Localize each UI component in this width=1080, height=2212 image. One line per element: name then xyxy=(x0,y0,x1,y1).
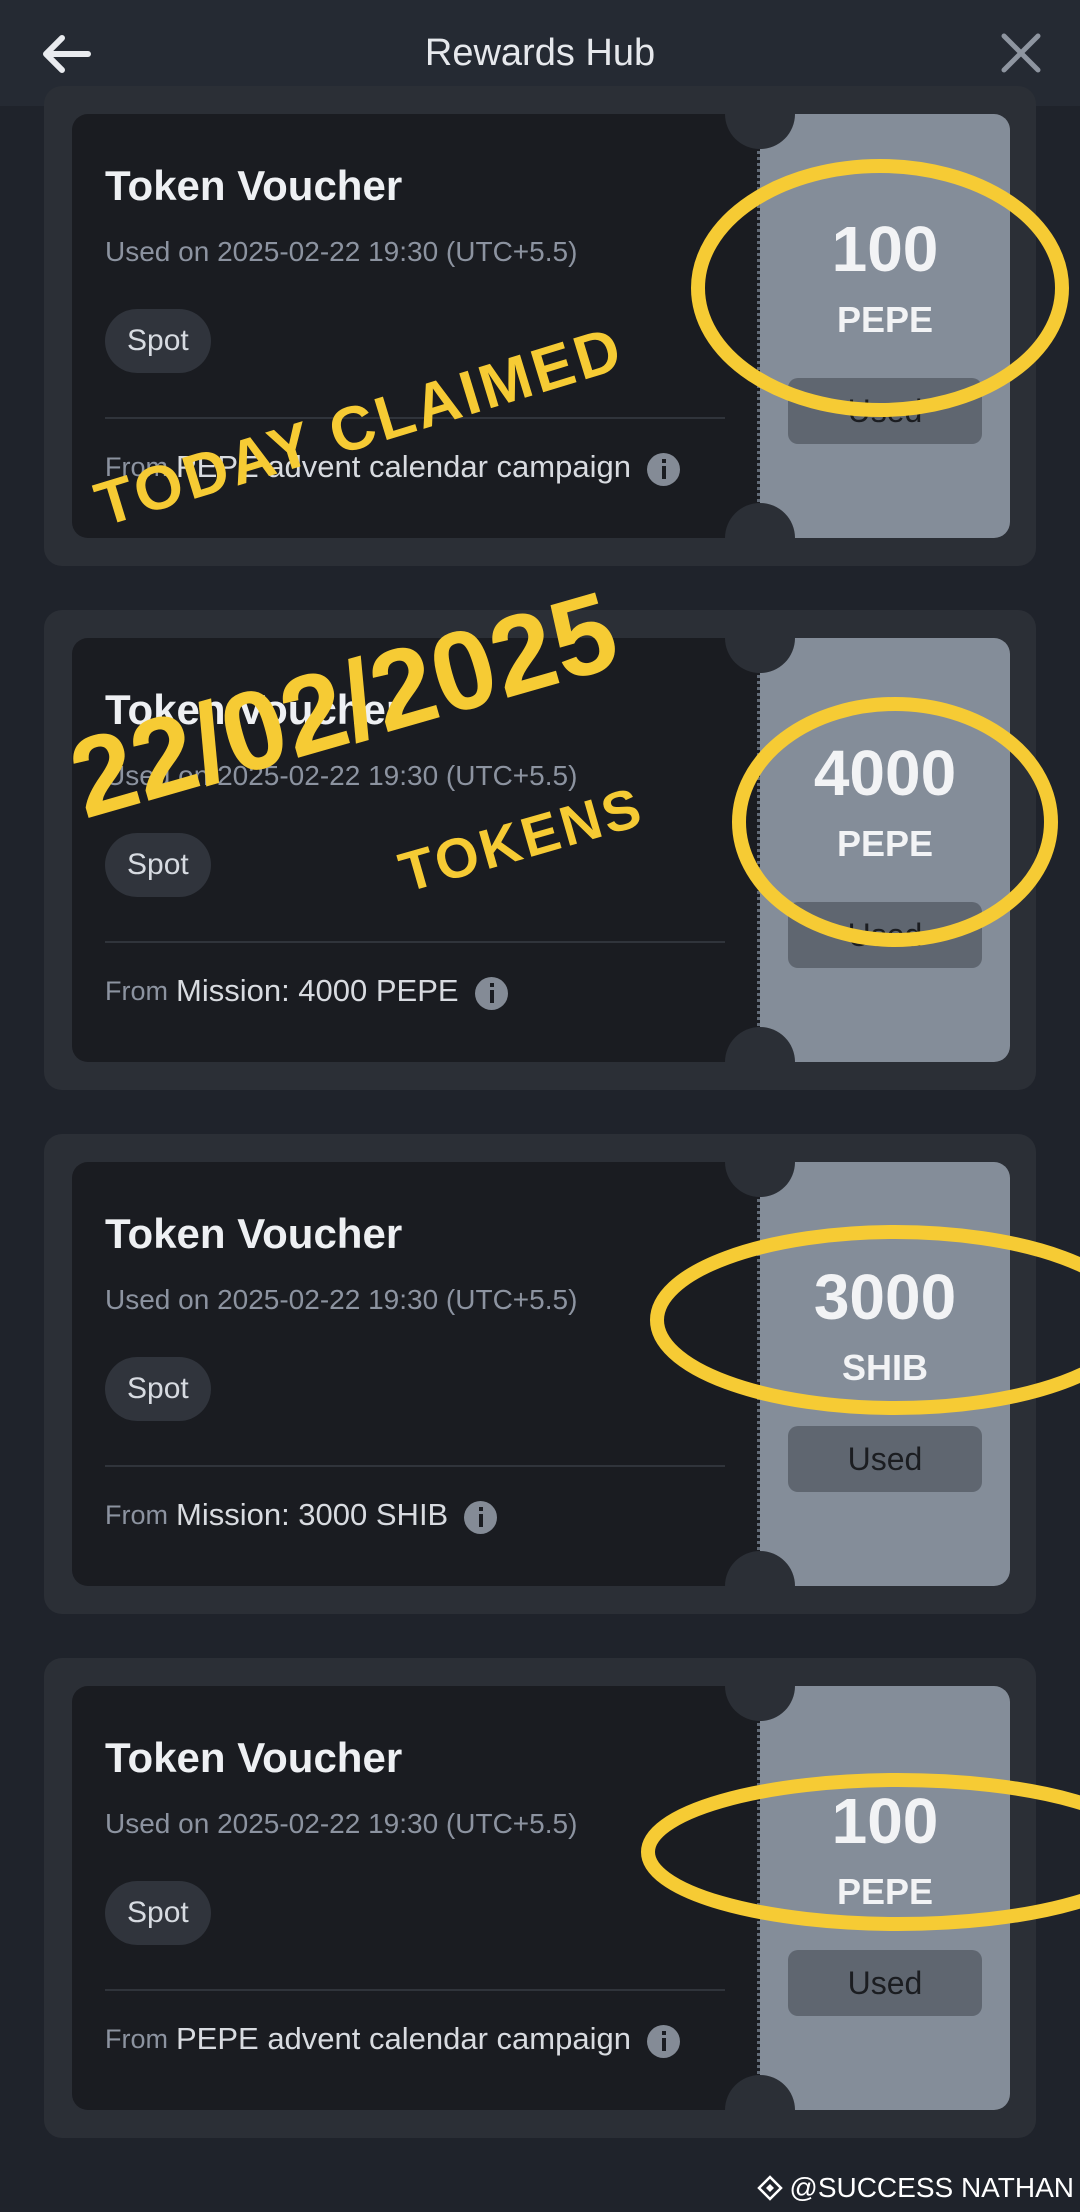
info-icon[interactable] xyxy=(474,976,508,1010)
used-status-button[interactable]: Used xyxy=(788,1950,982,2016)
perforation-line xyxy=(757,114,760,538)
voucher-ticket: 3000 SHIB Used Token Voucher Used on 202… xyxy=(72,1162,1010,1586)
voucher-title: Token Voucher xyxy=(105,162,403,209)
binance-diamond-icon xyxy=(757,2175,784,2201)
divider xyxy=(105,1465,725,1467)
voucher-used-date: Used on 2025-02-22 19:30 (UTC+5.5) xyxy=(105,1284,578,1315)
divider xyxy=(105,941,725,943)
voucher-symbol: PEPE xyxy=(836,299,934,340)
used-status-button[interactable]: Used xyxy=(788,1426,982,1492)
from-label: From xyxy=(105,2023,168,2054)
info-icon[interactable] xyxy=(646,452,680,486)
used-status-button[interactable]: Used xyxy=(788,902,982,968)
perforation-line xyxy=(757,1686,760,2110)
voucher-symbol: PEPE xyxy=(836,1871,934,1912)
voucher-amount: 100 xyxy=(831,213,939,285)
from-label: From xyxy=(105,1499,168,1530)
voucher-used-date: Used on 2025-02-22 19:30 (UTC+5.5) xyxy=(105,236,578,267)
info-icon[interactable] xyxy=(646,2024,680,2058)
spot-tag: Spot xyxy=(105,833,211,897)
voucher-title: Token Voucher xyxy=(105,1210,403,1257)
info-icon[interactable] xyxy=(464,1500,498,1534)
from-label: From xyxy=(105,975,168,1006)
spot-tag: Spot xyxy=(105,1881,211,1945)
voucher-stub: 100 PEPE Used xyxy=(760,1686,1010,2110)
voucher-symbol: SHIB xyxy=(841,1347,928,1388)
voucher-symbol: PEPE xyxy=(836,823,934,864)
voucher-used-date: Used on 2025-02-22 19:30 (UTC+5.5) xyxy=(105,1808,578,1839)
voucher-stub: 4000 PEPE Used xyxy=(760,638,1010,1062)
back-arrow-icon[interactable] xyxy=(38,26,94,82)
voucher-stub: 3000 SHIB Used xyxy=(760,1162,1010,1586)
page-title: Rewards Hub xyxy=(424,31,656,74)
source-name: PEPE advent calendar campaign xyxy=(176,2021,631,2056)
voucher-card: 3000 SHIB Used Token Voucher Used on 202… xyxy=(44,1134,1036,1614)
used-status-button[interactable]: Used xyxy=(788,378,982,444)
voucher-amount: 4000 xyxy=(813,737,957,809)
close-icon[interactable] xyxy=(996,28,1046,78)
spot-tag: Spot xyxy=(105,1357,211,1421)
perforation-line xyxy=(757,638,760,1062)
watermark-text: @SUCCESS NATHAN xyxy=(789,2172,1074,2203)
voucher-card: 100 PEPE Used Token Voucher Used on 2025… xyxy=(44,1658,1036,2138)
voucher-ticket: 100 PEPE Used Token Voucher Used on 2025… xyxy=(72,1686,1010,2110)
spot-tag: Spot xyxy=(105,309,211,373)
perforation-line xyxy=(757,1162,760,1586)
voucher-source: From Mission: 3000 SHIB xyxy=(105,1497,498,1534)
voucher-amount: 3000 xyxy=(813,1261,957,1333)
divider xyxy=(105,1989,725,1991)
voucher-stub: 100 PEPE Used xyxy=(760,114,1010,538)
source-name: Mission: 3000 SHIB xyxy=(176,1497,449,1532)
voucher-source: From PEPE advent calendar campaign xyxy=(105,2021,680,2058)
voucher-amount: 100 xyxy=(831,1785,939,1857)
watermark: @SUCCESS NATHAN xyxy=(757,2172,1074,2204)
source-name: Mission: 4000 PEPE xyxy=(176,973,459,1008)
voucher-source: From Mission: 4000 PEPE xyxy=(105,973,508,1010)
voucher-title: Token Voucher xyxy=(105,1734,403,1781)
